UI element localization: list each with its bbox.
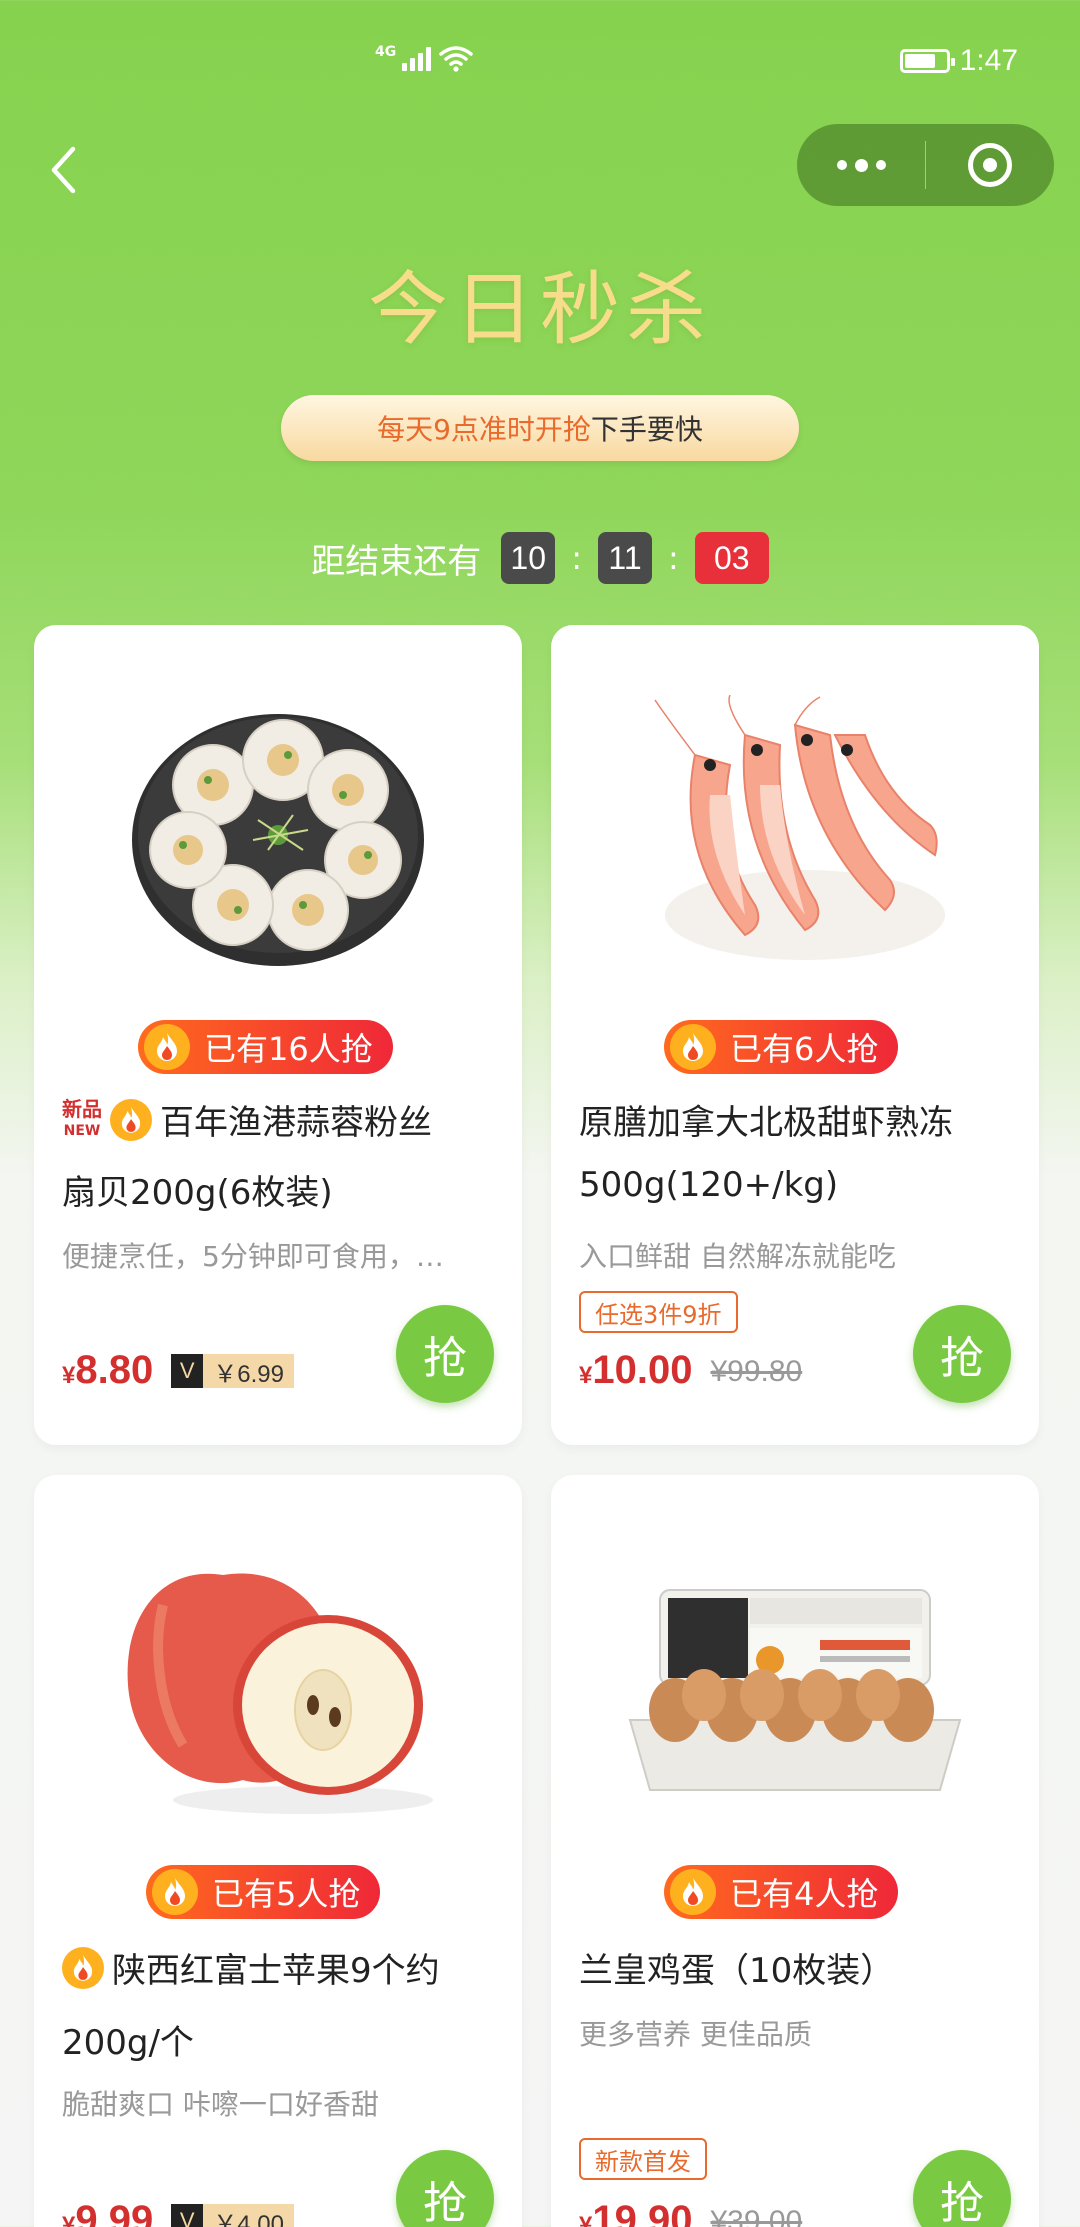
notice-highlight: 每天9点准时开抢	[377, 413, 591, 446]
badge-text: 已有6人抢	[730, 1030, 879, 1068]
product-title-2: 扇贝200g(6枚装)	[62, 1173, 333, 1213]
product-title: 新品 NEW 百年渔港蒜蓉粉丝	[62, 1095, 498, 1144]
currency: ¥	[62, 1362, 76, 1389]
countdown-minutes: 11	[598, 532, 652, 584]
countdown-label: 距结束还有	[311, 541, 482, 582]
price: ¥10.00	[579, 1350, 692, 1390]
price-row: ¥8.80 V ￥6.99	[62, 1350, 294, 1390]
countdown-seconds: 03	[694, 532, 769, 584]
more-button[interactable]	[797, 124, 925, 206]
product-image-apple[interactable]	[34, 1475, 522, 1895]
price: ¥9.99	[62, 2200, 153, 2227]
battery-icon	[899, 49, 955, 73]
vip-price: ￥4.00	[203, 2204, 294, 2227]
mini-program-capsule	[797, 124, 1054, 206]
close-button[interactable]	[926, 124, 1054, 206]
more-dots-icon	[836, 158, 886, 172]
vip-label: V	[171, 1354, 204, 1388]
notice-banner: 每天9点准时开抢 下手要快	[281, 395, 799, 461]
new-icon: 新品 NEW	[62, 1097, 102, 1140]
fire-icon	[152, 1869, 198, 1915]
badge-text: 已有5人抢	[212, 1875, 361, 1913]
wifi-icon	[439, 46, 473, 72]
product-title: 原膳加拿大北极甜虾熟冻	[579, 1103, 953, 1143]
price-value: 19.90	[592, 2198, 693, 2227]
currency: ¥	[579, 2212, 593, 2227]
countdown: 距结束还有 10 : 11 : 03	[0, 532, 1080, 584]
product-title-2: 200g/个	[62, 2023, 194, 2063]
grab-button[interactable]: 抢	[913, 2150, 1011, 2227]
grab-count-badge: 已有6人抢	[664, 1020, 899, 1074]
grab-button[interactable]: 抢	[396, 2150, 494, 2227]
product-title: 陕西红富士苹果9个约	[62, 1943, 498, 1992]
price-row: ¥9.99 V ￥4.00	[62, 2200, 294, 2227]
clock: 1:47	[959, 44, 1018, 77]
grab-count-badge: 已有16人抢	[138, 1020, 393, 1074]
new-tag-en: NEW	[63, 1123, 101, 1140]
fire-icon	[62, 1946, 104, 1989]
promo-tag: 任选3件9折	[579, 1291, 738, 1333]
product-subtitle: 更多营养 更佳品质	[579, 2018, 812, 2051]
status-bar: 4G 1:47	[0, 0, 1080, 120]
product-subtitle: 脆甜爽口 咔嚓一口好香甜	[62, 2088, 379, 2121]
title-line-1: 陕西红富士苹果9个约	[112, 1951, 440, 1991]
vip-label: V	[171, 2204, 204, 2227]
product-title-2: 500g(120+/kg)	[579, 1165, 839, 1205]
badge-text: 已有4人抢	[730, 1875, 879, 1913]
product-image-eggs[interactable]	[551, 1475, 1039, 1895]
price-value: 8.80	[75, 1348, 154, 1392]
fire-icon	[670, 1024, 716, 1070]
currency: ¥	[579, 1362, 593, 1389]
product-subtitle: 便捷烹任，5分钟即可食用，…	[62, 1240, 444, 1273]
network-type: 4G	[375, 44, 397, 60]
grab-button[interactable]: 抢	[396, 1305, 494, 1403]
product-title: 兰皇鸡蛋（10枚装）	[579, 1951, 895, 1991]
product-card[interactable]: 已有5人抢 陕西红富士苹果9个约 200g/个 脆甜爽口 咔嚓一口好香甜 ¥9.…	[34, 1475, 522, 2227]
countdown-hours: 10	[501, 532, 556, 584]
product-card[interactable]: 已有16人抢 新品 NEW 百年渔港蒜蓉粉丝 扇贝200g(6枚装) 便捷烹任，5…	[34, 625, 522, 1445]
fire-icon	[670, 1869, 716, 1915]
product-card[interactable]: 已有4人抢 兰皇鸡蛋（10枚装） 更多营养 更佳品质 新款首发 ¥19.90 ¥…	[551, 1475, 1039, 2227]
status-right: 1:47	[899, 44, 1018, 78]
fire-icon	[144, 1024, 190, 1070]
new-tag-cn: 新品	[62, 1097, 102, 1122]
signal-icon	[402, 45, 432, 71]
price-value: 9.99	[75, 2198, 154, 2227]
grab-count-badge: 已有4人抢	[664, 1865, 899, 1919]
countdown-separator: :	[571, 539, 582, 577]
page-title: 今日秒杀	[368, 263, 712, 356]
product-card[interactable]: 已有6人抢 原膳加拿大北极甜虾熟冻 500g(120+/kg) 入口鲜甜 自然解…	[551, 625, 1039, 1445]
price: ¥19.90	[579, 2200, 692, 2227]
original-price: ¥39.00	[710, 2205, 803, 2227]
grab-count-badge: 已有5人抢	[146, 1865, 381, 1919]
network-indicators: 4G	[375, 44, 473, 72]
price-row: ¥10.00 ¥99.80	[579, 1350, 802, 1390]
promo-tag: 新款首发	[579, 2138, 707, 2180]
grab-button[interactable]: 抢	[913, 1305, 1011, 1403]
vip-price-tag: V ￥4.00	[171, 2204, 294, 2227]
currency: ¥	[62, 2212, 76, 2227]
price-row: ¥19.90 ¥39.00	[579, 2200, 802, 2227]
chevron-left-icon	[51, 146, 76, 194]
vip-price: ￥6.99	[203, 1354, 294, 1388]
countdown-separator: :	[668, 539, 679, 577]
price: ¥8.80	[62, 1350, 153, 1390]
vip-price-tag: V ￥6.99	[171, 1354, 294, 1388]
original-price: ¥99.80	[710, 1355, 803, 1388]
fire-icon	[110, 1098, 152, 1141]
product-image-shrimp[interactable]	[551, 625, 1039, 1045]
title-line-1: 百年渔港蒜蓉粉丝	[160, 1103, 432, 1143]
product-image-scallops[interactable]	[34, 625, 522, 1045]
target-circle-icon	[968, 143, 1012, 187]
price-value: 10.00	[592, 1348, 693, 1392]
product-subtitle: 入口鲜甜 自然解冻就能吃	[579, 1240, 896, 1273]
notice-rest: 下手要快	[590, 413, 703, 446]
badge-text: 已有16人抢	[204, 1030, 373, 1068]
back-button[interactable]	[38, 140, 88, 200]
